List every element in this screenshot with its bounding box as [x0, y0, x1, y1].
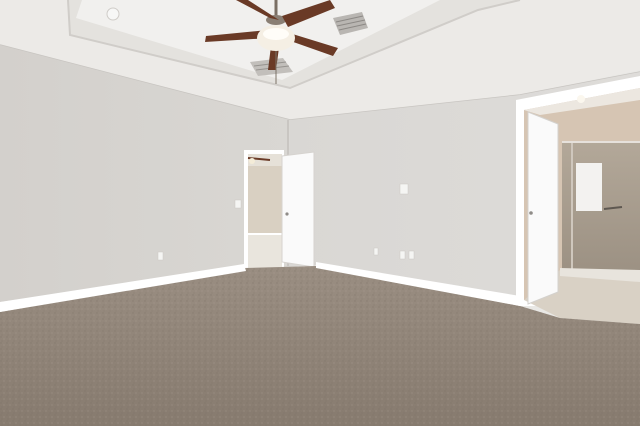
bathroom-door[interactable] [527, 111, 559, 305]
outlet-right-3[interactable] [408, 250, 415, 260]
outlet-right-1[interactable] [373, 247, 379, 256]
hallway-doorway[interactable] [244, 150, 284, 268]
light-switch-right[interactable] [399, 183, 409, 195]
outlet-left[interactable] [157, 251, 164, 261]
smoke-detector [106, 7, 120, 21]
door-knob-bathroom[interactable] [529, 211, 533, 215]
bathroom-ceiling-light-icon [577, 95, 585, 103]
room-photo [0, 0, 640, 426]
outlet-right-2[interactable] [399, 250, 406, 260]
bathroom-window [576, 163, 602, 211]
bedroom-door-left[interactable] [281, 151, 315, 268]
light-switch-left[interactable] [234, 199, 242, 209]
door-knob-left[interactable] [285, 212, 289, 216]
